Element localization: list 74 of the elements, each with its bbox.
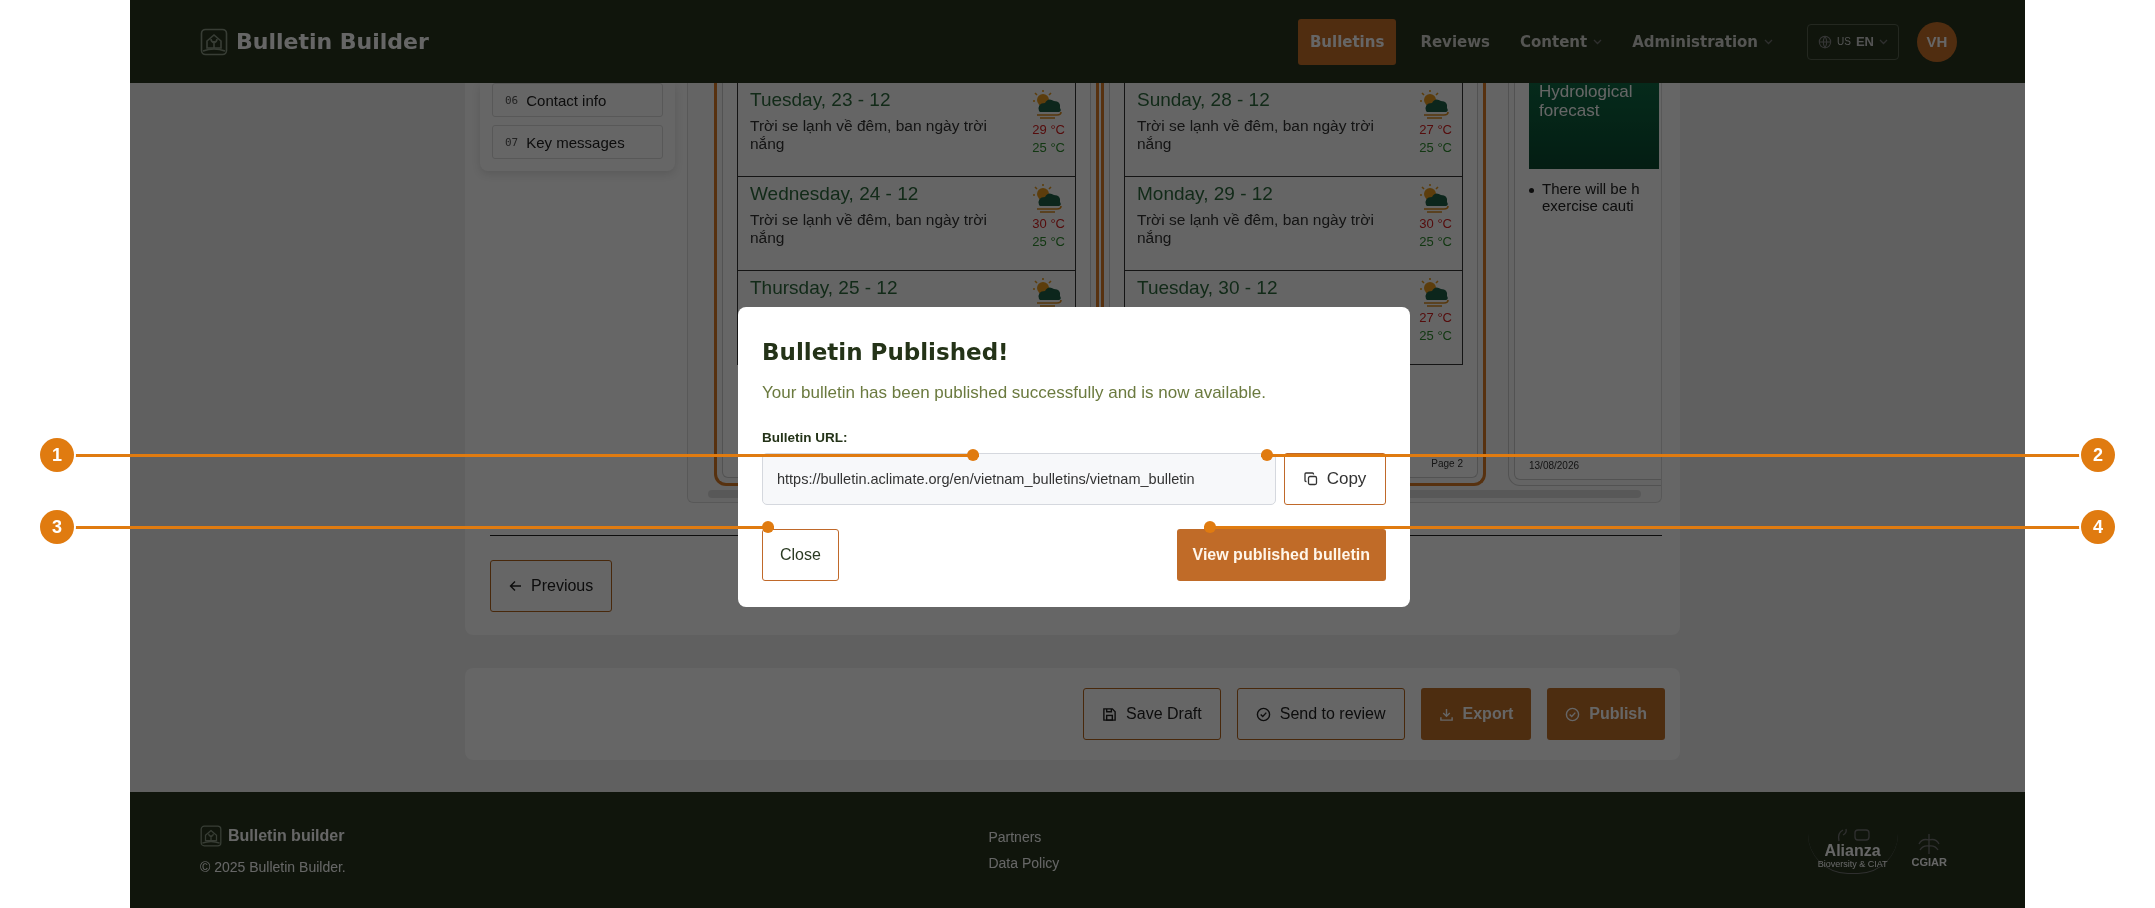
high-temperature: 30 °C bbox=[1419, 216, 1452, 231]
language-selector[interactable]: US EN bbox=[1807, 23, 1899, 60]
forecast-date: Thursday, 25 - 12 bbox=[750, 277, 899, 299]
action-button[interactable]: Send to review bbox=[1236, 688, 1405, 740]
nav-tab[interactable]: Bulletins bbox=[1297, 18, 1397, 65]
app-title: Bulletin Builder bbox=[236, 29, 429, 54]
nav-tab[interactable]: Reviews bbox=[1408, 18, 1502, 65]
forecast-date: Sunday, 28 - 12 bbox=[1137, 89, 1271, 111]
forecast-date: Tuesday, 30 - 12 bbox=[1137, 277, 1279, 299]
save-icon bbox=[1102, 706, 1118, 722]
sun-cloud-icon bbox=[1418, 183, 1452, 213]
bullet-icon bbox=[1529, 188, 1534, 193]
bulletin-page-frame[interactable]: Hydrological forecast There will be h exercise cauti 13/08/2026 bbox=[1508, 83, 1661, 486]
sun-cloud-icon bbox=[1031, 277, 1065, 307]
view-bulletin-button[interactable]: View published bulletin bbox=[1176, 529, 1386, 581]
footer-link[interactable]: Partners bbox=[988, 829, 1060, 845]
forecast-description: Trời se lạnh về đêm, ban ngày trời nắng bbox=[1137, 211, 1375, 247]
low-temperature: 25 °C bbox=[1419, 140, 1452, 155]
forecast-date: Monday, 29 - 12 bbox=[1137, 183, 1274, 205]
bullet-text: There will be h bbox=[1542, 181, 1640, 198]
dialog-title: Bulletin Published! bbox=[762, 339, 1010, 365]
high-temperature: 27 °C bbox=[1419, 122, 1452, 137]
bullet-text: exercise cauti bbox=[1542, 197, 1635, 214]
user-avatar[interactable]: VH bbox=[1917, 21, 1957, 62]
section-item[interactable]: 07 Key messages bbox=[492, 125, 663, 159]
check-circle-icon bbox=[1255, 706, 1271, 722]
chevron-down-icon bbox=[1879, 38, 1888, 45]
action-button[interactable]: Publish bbox=[1547, 688, 1665, 740]
callout-marker: 4 bbox=[2081, 510, 2115, 544]
banner-title: Hydrological forecast bbox=[1539, 83, 1634, 121]
copyright-text: © 2025 Bulletin Builder. bbox=[200, 859, 346, 875]
low-temperature: 25 °C bbox=[1419, 328, 1452, 343]
page-footer-text: Page 2 bbox=[1431, 458, 1463, 469]
forecast-description: Trời se lạnh về đêm, ban ngày trời nắng bbox=[750, 117, 988, 153]
forecast-date: Tuesday, 23 - 12 bbox=[750, 89, 892, 111]
low-temperature: 25 °C bbox=[1032, 234, 1065, 249]
forecast-description: Trời se lạnh về đêm, ban ngày trời nắng bbox=[750, 211, 988, 247]
forecast-description: Trời se lạnh về đêm, ban ngày trời nắng bbox=[1137, 117, 1375, 153]
previous-button[interactable]: Previous bbox=[490, 560, 613, 612]
copy-icon bbox=[1303, 472, 1318, 486]
forecast-date: Wednesday, 24 - 12 bbox=[750, 183, 920, 205]
action-button[interactable]: Save Draft bbox=[1083, 688, 1221, 740]
chevron-down-icon bbox=[1593, 38, 1603, 45]
alliance-logo: Alianza Bioversity & CIAT bbox=[1807, 826, 1898, 874]
callout-marker: 1 bbox=[40, 438, 74, 472]
low-temperature: 25 °C bbox=[1419, 234, 1452, 249]
high-temperature: 30 °C bbox=[1032, 216, 1065, 231]
sun-cloud-icon bbox=[1418, 277, 1452, 307]
chevron-down-icon bbox=[1764, 38, 1774, 45]
page-footer-text: 13/08/2026 bbox=[1529, 460, 1580, 471]
low-temperature: 25 °C bbox=[1032, 140, 1065, 155]
footer-title: Bulletin builder bbox=[228, 827, 345, 845]
sun-cloud-icon bbox=[1418, 89, 1452, 119]
nav-tab[interactable]: Administration bbox=[1620, 18, 1786, 65]
logo-icon bbox=[200, 825, 222, 847]
arrow-left-icon bbox=[509, 580, 522, 592]
close-button[interactable]: Close bbox=[762, 529, 839, 581]
sun-cloud-icon bbox=[1031, 89, 1065, 119]
callout-marker: 3 bbox=[40, 510, 74, 544]
nav-tab[interactable]: Content bbox=[1508, 18, 1615, 65]
high-temperature: 29 °C bbox=[1032, 122, 1065, 137]
callout-marker: 2 bbox=[2081, 438, 2115, 472]
field-label: Bulletin URL: bbox=[762, 430, 849, 445]
url-field[interactable]: https://bulletin.aclimate.org/en/vietnam_bulletins/vietnam_bulletin bbox=[762, 453, 1276, 505]
logo-icon bbox=[200, 27, 228, 56]
action-button[interactable]: Export bbox=[1420, 688, 1532, 740]
check-circle-icon bbox=[1565, 706, 1581, 722]
high-temperature: 27 °C bbox=[1419, 310, 1452, 325]
download-icon bbox=[1438, 706, 1454, 722]
section-item[interactable]: 06 Contact info bbox=[492, 83, 663, 117]
footer-link[interactable]: Data Policy bbox=[988, 855, 1060, 871]
cgiar-logo: CGIAR bbox=[1911, 832, 1947, 868]
globe-icon bbox=[1818, 34, 1833, 49]
sun-cloud-icon bbox=[1031, 183, 1065, 213]
